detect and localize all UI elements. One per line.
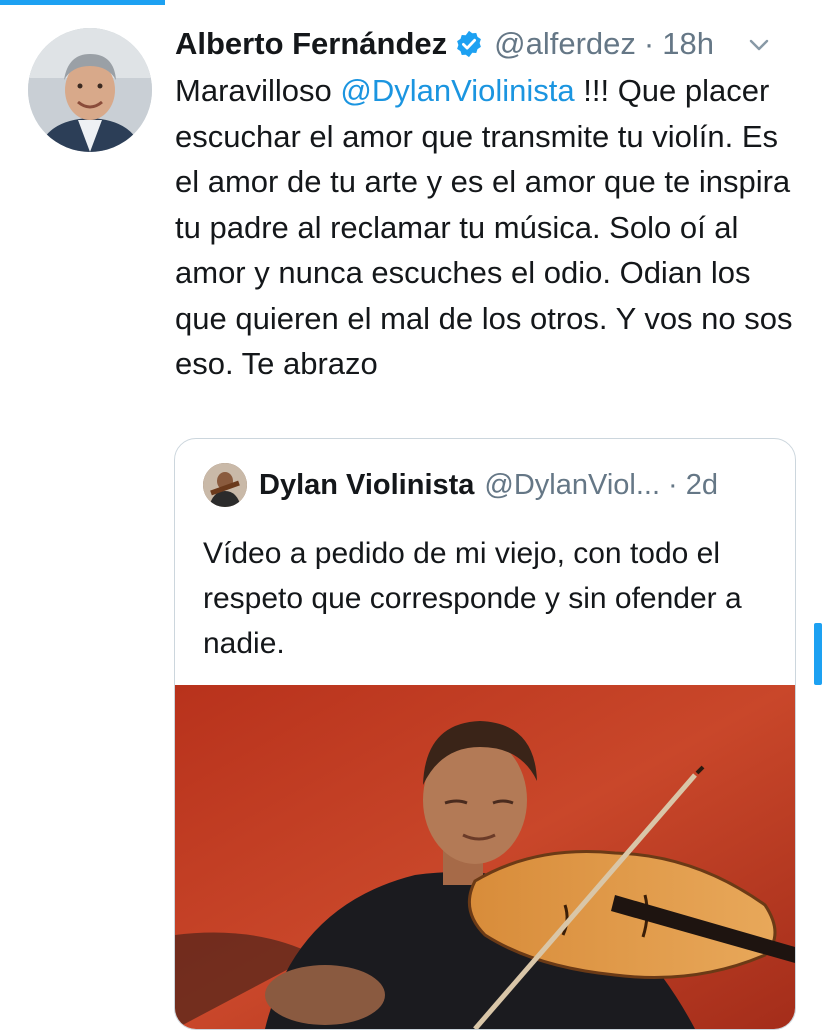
quoted-author-name: Dylan Violinista bbox=[259, 468, 475, 501]
separator-dot: · bbox=[643, 26, 655, 61]
quoted-tweet-body: Vídeo a pedido de mi viejo, con todo el … bbox=[203, 537, 742, 660]
quoted-video-thumbnail[interactable] bbox=[175, 685, 795, 1029]
verified-badge-icon bbox=[454, 29, 484, 59]
tab-indicator bbox=[0, 0, 165, 5]
tweet-text-rest: !!! Que placer escuchar el amor que tran… bbox=[175, 73, 793, 381]
quoted-author-avatar bbox=[203, 463, 247, 507]
quoted-author-handle: @DylanViol... bbox=[484, 468, 661, 501]
tweet-text-start: Maravilloso bbox=[175, 73, 341, 108]
scrollbar-thumb[interactable] bbox=[814, 623, 822, 685]
quoted-separator-dot: · bbox=[668, 468, 678, 501]
tweet-body: Maravilloso @DylanViolinista !!! Que pla… bbox=[175, 68, 805, 387]
author-handle[interactable]: @alferdez bbox=[494, 26, 636, 62]
author-name[interactable]: Alberto Fernández bbox=[175, 26, 447, 62]
tweet-timestamp[interactable]: 18h bbox=[662, 26, 714, 62]
chevron-down-icon[interactable] bbox=[746, 32, 772, 58]
tweet-header: Alberto Fernández @alferdez · 18h bbox=[175, 22, 782, 66]
mention-link[interactable]: @DylanViolinista bbox=[340, 73, 574, 108]
author-avatar[interactable] bbox=[28, 28, 152, 152]
quoted-tweet-card[interactable]: Dylan Violinista @DylanViol... · 2d Víde… bbox=[174, 438, 796, 1030]
quoted-tweet-header: Dylan Violinista @DylanViol... · 2d bbox=[203, 463, 775, 507]
quoted-timestamp: 2d bbox=[685, 468, 718, 501]
